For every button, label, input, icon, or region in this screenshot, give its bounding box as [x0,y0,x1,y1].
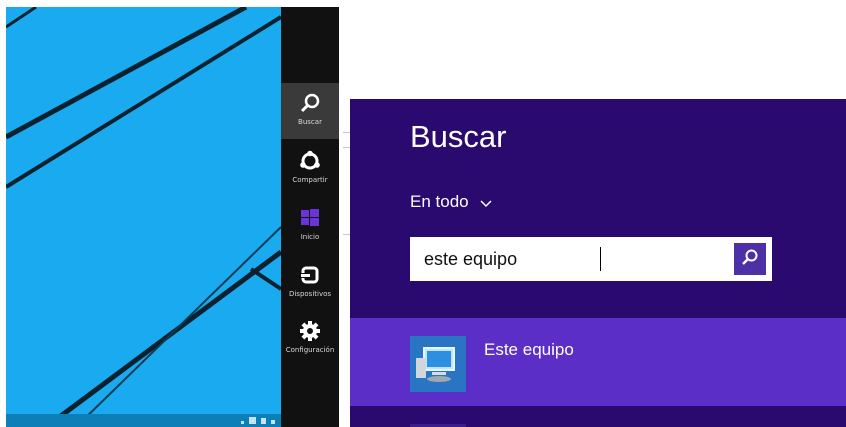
search-icon [741,248,759,270]
charm-label: Buscar [298,118,322,126]
charm-label: Dispositivos [288,290,332,298]
charm-label: Configuración [285,346,335,354]
text-caret [600,247,601,271]
charm-devices[interactable]: Dispositivos [281,255,339,311]
search-scope-dropdown[interactable]: En todo [410,191,493,213]
search-button[interactable] [734,243,766,275]
charm-start[interactable]: Inicio [281,198,339,254]
search-icon [299,91,321,115]
charms-bar: Buscar Compartir Inicio Dispositivos Con… [281,7,339,427]
charm-settings[interactable]: Configuración [281,311,339,367]
result-label: Este equipo [484,340,574,359]
tray-arrow-icon[interactable] [241,421,244,424]
charm-search[interactable]: Buscar [281,83,339,139]
search-panel: Buscar En todo Es [350,99,846,427]
panel-title: Buscar [410,119,507,154]
search-input[interactable] [410,239,744,279]
tray-network-icon[interactable] [261,418,266,424]
scope-label: En todo [410,192,469,211]
search-box [410,237,772,281]
desktop-background [6,7,281,427]
system-tray [241,417,275,424]
computer-icon [410,336,466,392]
devices-icon [299,263,321,287]
windows-logo-icon [299,206,321,230]
charm-label: Inicio [300,233,320,241]
share-icon [299,149,321,173]
tray-volume-icon[interactable] [271,420,275,424]
charm-share[interactable]: Compartir [281,141,339,197]
gear-icon [299,319,321,343]
wallpaper-lines [6,7,281,427]
search-result-item[interactable]: Este equipo [350,318,846,406]
taskbar [6,414,281,427]
tray-app-icon[interactable] [249,417,256,424]
charm-label: Compartir [292,176,328,184]
chevron-down-icon [479,193,493,213]
